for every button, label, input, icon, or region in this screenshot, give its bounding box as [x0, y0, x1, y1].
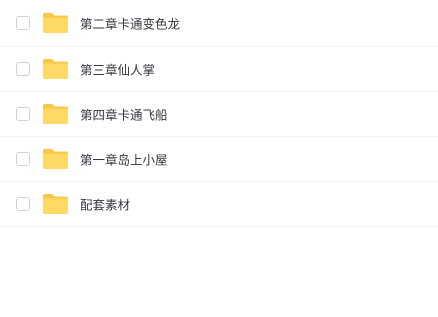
select-checkbox[interactable] — [16, 197, 30, 211]
list-item[interactable]: 第二章卡通变色龙 — [0, 0, 438, 47]
select-checkbox[interactable] — [16, 107, 30, 121]
select-checkbox[interactable] — [16, 62, 30, 76]
folder-icon — [42, 193, 69, 215]
list-item[interactable]: 第一章岛上小屋 — [0, 137, 438, 182]
list-item[interactable]: 第三章仙人掌 — [0, 47, 438, 92]
select-checkbox[interactable] — [16, 152, 30, 166]
file-name[interactable]: 第三章仙人掌 — [80, 60, 155, 79]
file-name[interactable]: 第四章卡通飞船 — [80, 105, 168, 124]
select-checkbox[interactable] — [16, 16, 30, 30]
file-name[interactable]: 第二章卡通变色龙 — [80, 14, 180, 33]
folder-icon — [42, 103, 69, 125]
file-list: 第二章卡通变色龙 第三章仙人掌 第四章卡通飞船 第一章岛上小屋 配套素材 — [0, 0, 438, 227]
folder-icon — [42, 148, 69, 170]
file-name[interactable]: 第一章岛上小屋 — [80, 150, 168, 169]
folder-icon — [42, 58, 69, 80]
file-name[interactable]: 配套素材 — [80, 195, 130, 214]
folder-icon — [42, 12, 69, 34]
list-item[interactable]: 配套素材 — [0, 182, 438, 227]
list-item[interactable]: 第四章卡通飞船 — [0, 92, 438, 137]
